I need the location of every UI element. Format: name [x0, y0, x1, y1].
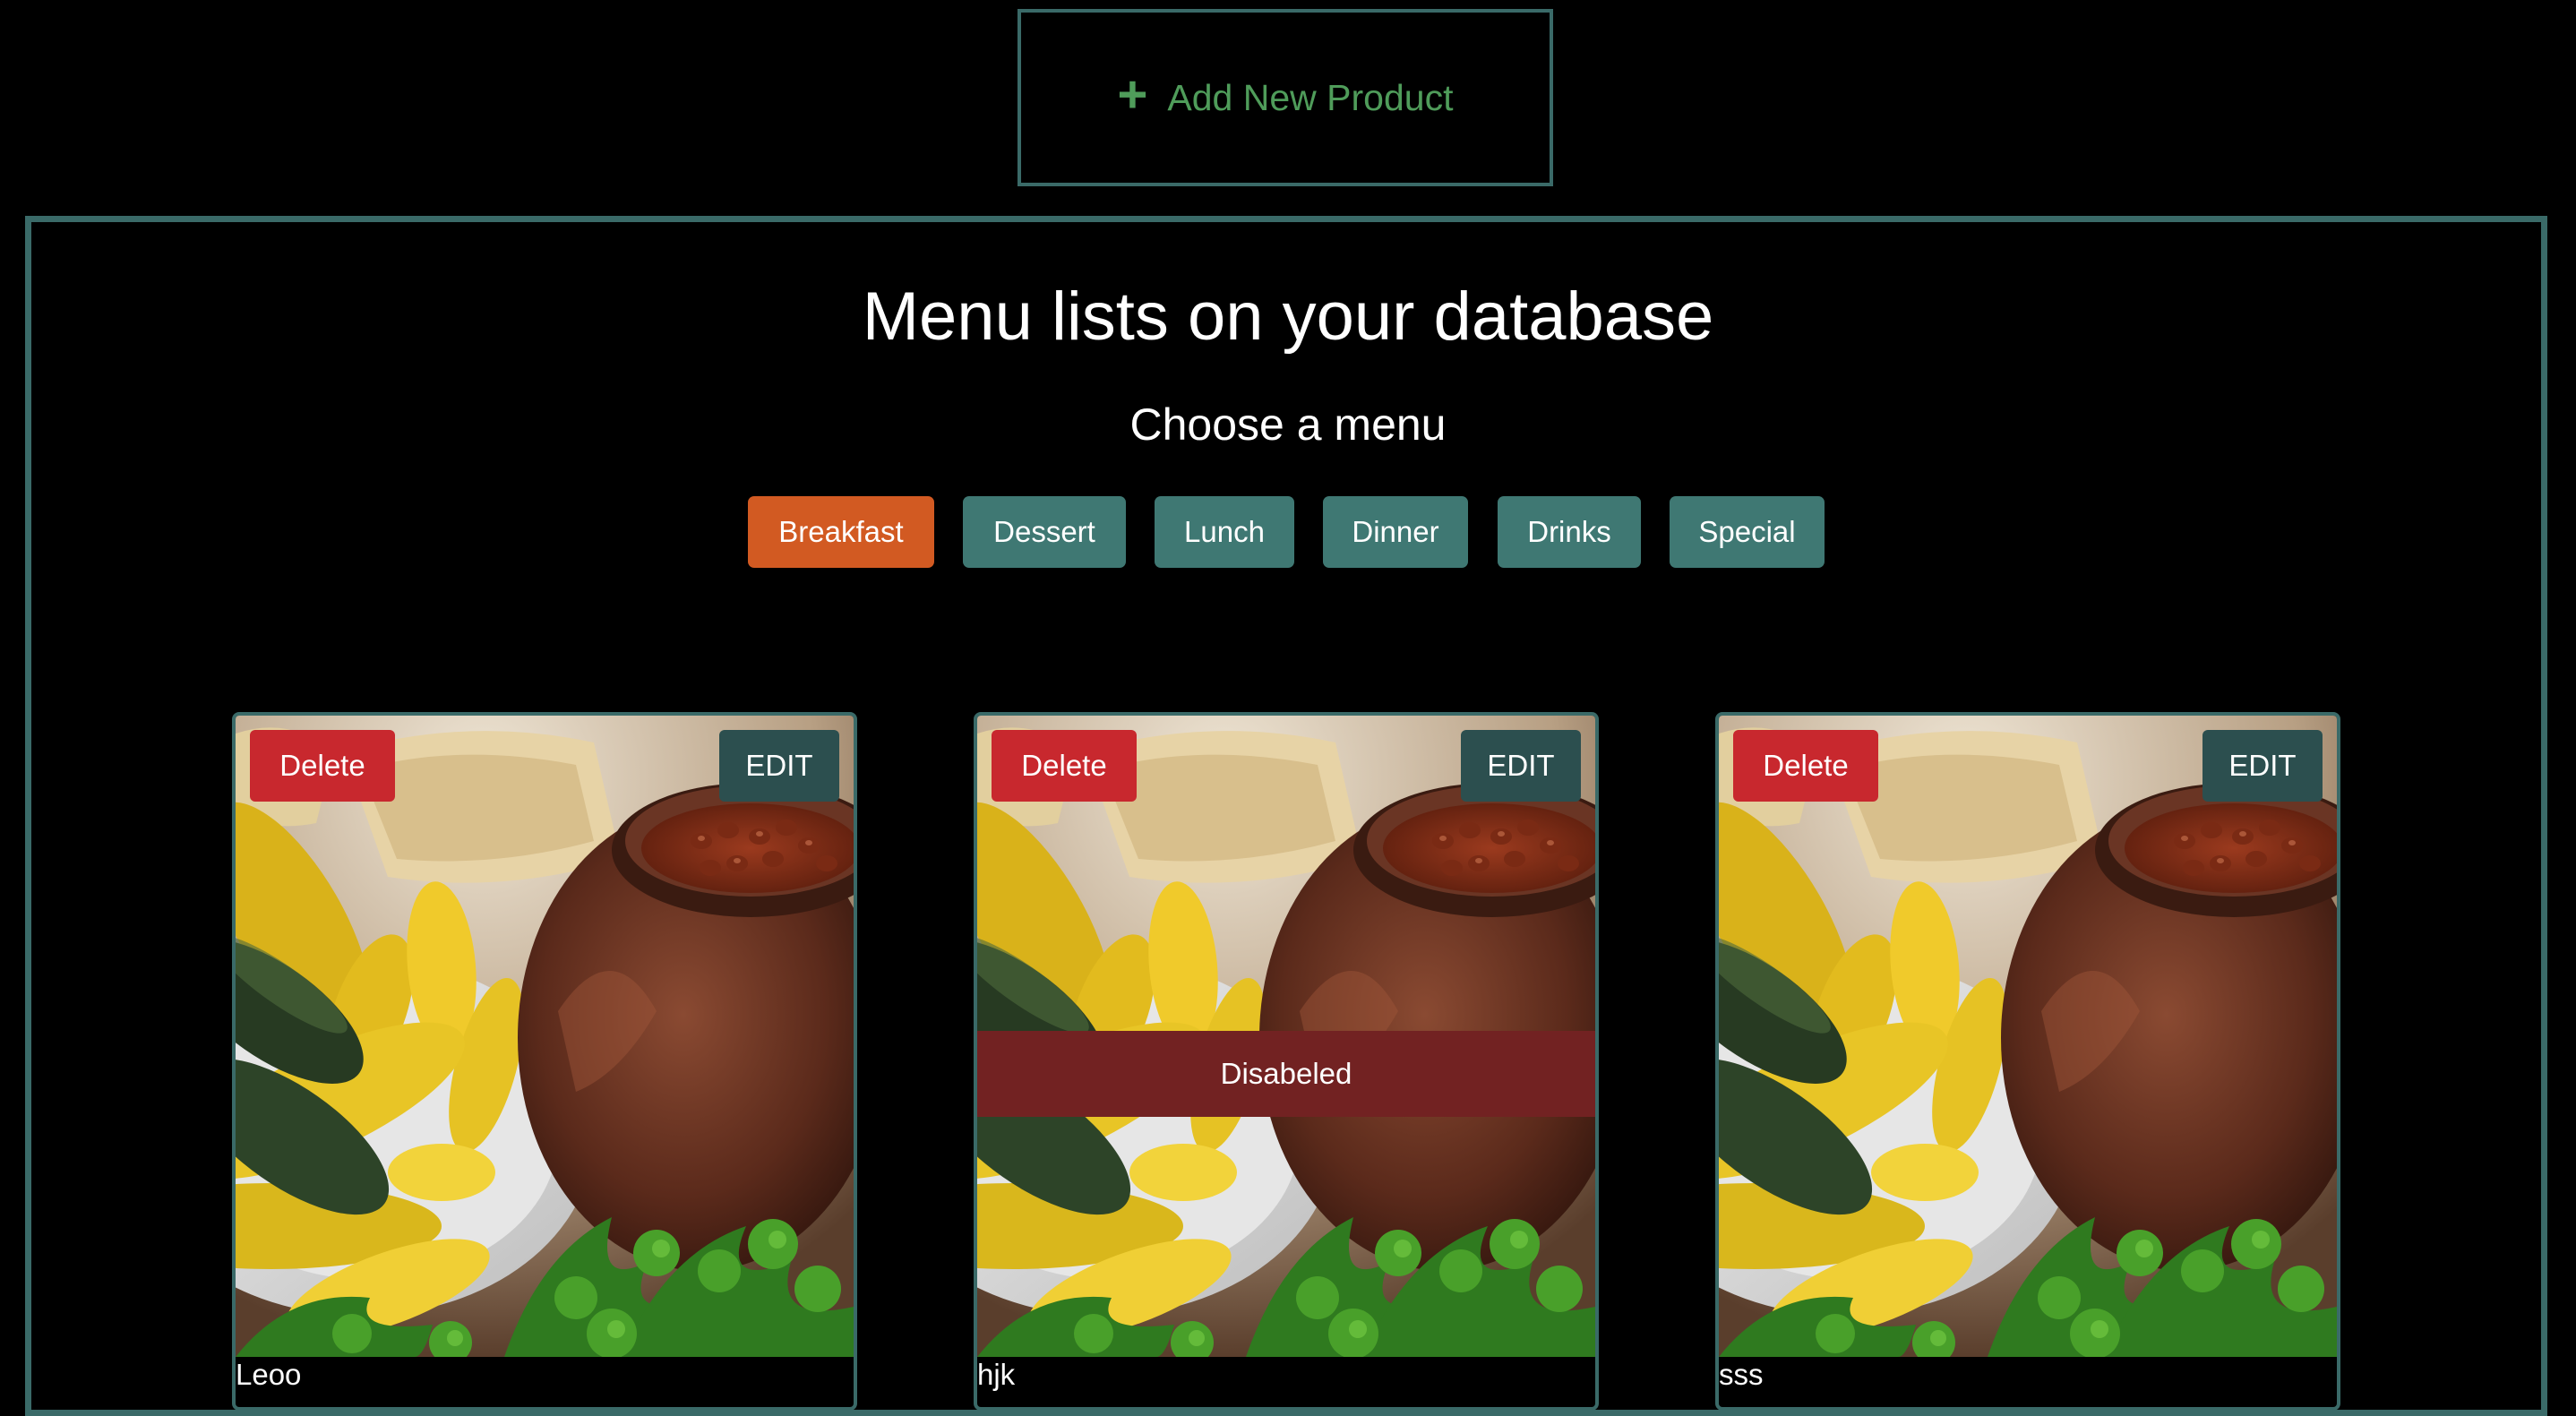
edit-button[interactable]: EDIT	[719, 730, 839, 802]
category-label: Lunch	[1184, 515, 1265, 548]
edit-button[interactable]: EDIT	[2202, 730, 2323, 802]
category-label: Dessert	[993, 515, 1095, 548]
edit-button[interactable]: EDIT	[1461, 730, 1581, 802]
category-dessert-button[interactable]: Dessert	[963, 496, 1126, 568]
page-title: Menu lists on your database	[862, 279, 1714, 355]
product-name: hjk	[977, 1358, 1016, 1391]
menu-subtitle: Choose a menu	[1129, 399, 1447, 450]
product-card: Delete EDIT sss	[1715, 712, 2340, 1411]
delete-button[interactable]: Delete	[1733, 730, 1878, 802]
product-image	[236, 716, 854, 1357]
add-new-product-label: Add New Product	[1167, 76, 1454, 118]
category-label: Special	[1698, 515, 1796, 548]
category-special-button[interactable]: Special	[1670, 496, 1825, 568]
disabled-banner: Disabeled	[977, 1031, 1595, 1117]
product-image	[1719, 716, 2337, 1357]
category-dinner-button[interactable]: Dinner	[1323, 496, 1468, 568]
product-card: Delete EDIT Leoo	[232, 712, 857, 1411]
product-name: Leoo	[236, 1358, 302, 1391]
category-lunch-button[interactable]: Lunch	[1155, 496, 1294, 568]
product-card: Delete EDIT Disabeled hjk	[974, 712, 1599, 1411]
plus-icon: +	[1117, 65, 1148, 124]
delete-button[interactable]: Delete	[992, 730, 1137, 802]
category-label: Dinner	[1352, 515, 1439, 548]
delete-button[interactable]: Delete	[250, 730, 395, 802]
add-new-product-button[interactable]: + Add New Product	[1018, 9, 1553, 186]
category-breakfast-button[interactable]: Breakfast	[748, 496, 934, 568]
category-drinks-button[interactable]: Drinks	[1498, 496, 1641, 568]
category-label: Drinks	[1527, 515, 1611, 548]
category-label: Breakfast	[778, 515, 904, 548]
product-name: sss	[1719, 1358, 1764, 1391]
